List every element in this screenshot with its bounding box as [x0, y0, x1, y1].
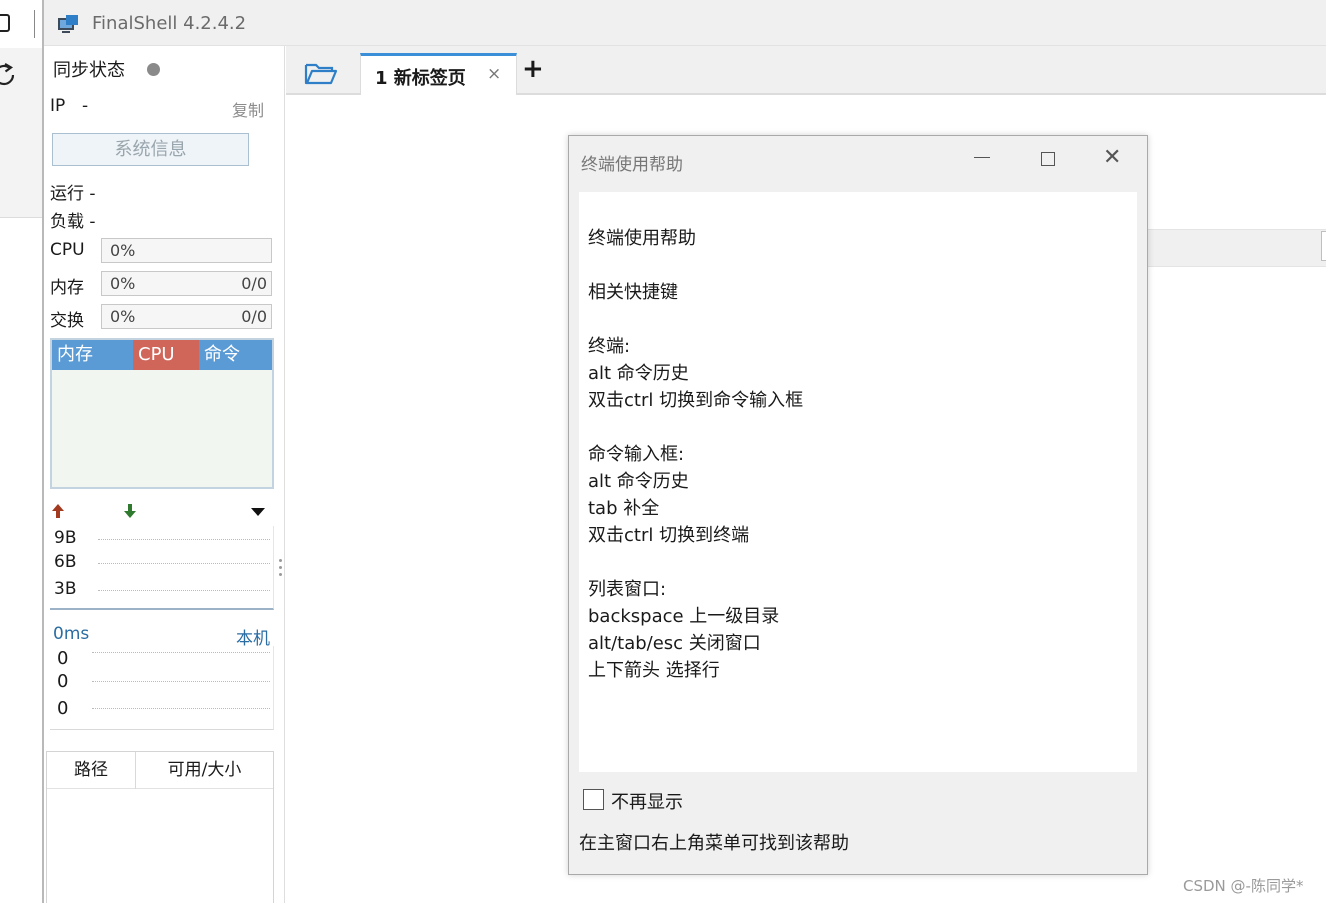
memory-ratio: 0/0 — [241, 274, 267, 293]
help-line: backspace 上一级目录 — [588, 606, 780, 627]
open-folder-icon[interactable] — [304, 60, 338, 86]
ip-label: IP — [50, 96, 66, 116]
dont-show-again-checkbox[interactable] — [583, 789, 604, 810]
graph-gridline — [98, 539, 270, 540]
help-text-area: 终端使用帮助 相关快捷键 终端: alt 命令历史 双击ctrl 切换到命令输入… — [579, 192, 1137, 772]
process-table[interactable]: 内存 CPU 命令 — [50, 338, 274, 489]
disk-table[interactable]: 路径 可用/大小 — [46, 751, 274, 903]
command-input-bar — [1140, 229, 1326, 267]
process-column-memory[interactable]: 内存 — [52, 340, 133, 370]
memory-label: 内存 — [50, 278, 84, 298]
help-line: 终端: — [588, 336, 631, 357]
swap-ratio: 0/0 — [241, 307, 267, 326]
memory-percent: 0% — [110, 274, 136, 293]
close-icon[interactable]: ✕ — [1103, 147, 1121, 169]
background-window-strip — [0, 0, 42, 903]
network-interface-dropdown-icon[interactable] — [250, 506, 266, 518]
network-traffic-graph: 9B 6B 3B — [50, 526, 274, 610]
cpu-percent: 0% — [110, 241, 136, 260]
copy-ip-link[interactable]: 复制 — [232, 97, 264, 121]
add-tab-icon[interactable]: + — [522, 56, 544, 82]
load-label: 负载 - — [50, 212, 96, 232]
swap-percent: 0% — [110, 307, 136, 326]
help-line: 双击ctrl 切换到终端 — [588, 525, 750, 546]
swap-label: 交换 — [50, 311, 84, 331]
command-input-field[interactable] — [1321, 231, 1326, 261]
panel-splitter-handle[interactable] — [279, 559, 283, 581]
process-column-command[interactable]: 命令 — [199, 340, 272, 370]
swap-meter: 0% 0/0 — [101, 304, 272, 329]
help-line: tab 补全 — [588, 498, 660, 519]
system-info-button[interactable]: 系统信息 — [52, 133, 249, 166]
toolbar-separator — [34, 10, 35, 38]
ip-value: - — [82, 96, 89, 116]
process-column-cpu[interactable]: CPU — [133, 340, 199, 370]
ping-y-label: 0 — [57, 671, 69, 692]
cpu-meter: 0% — [101, 238, 272, 263]
network-y-label: 3B — [54, 579, 77, 599]
graph-gridline — [92, 652, 270, 653]
disk-table-header: 路径 可用/大小 — [47, 752, 273, 789]
session-tab-bar: 1 新标签页 × + — [286, 46, 1326, 95]
close-tab-icon[interactable]: × — [487, 64, 501, 84]
watermark: CSDN @-陈同学* — [1183, 877, 1304, 895]
disk-column-size[interactable]: 可用/大小 — [136, 752, 273, 789]
help-line: 列表窗口: — [588, 579, 667, 600]
help-line: alt 命令历史 — [588, 363, 689, 384]
network-header — [50, 501, 276, 523]
finalshell-logo-icon — [58, 15, 78, 33]
ping-graph: 0 0 0 — [50, 646, 274, 730]
help-location-note: 在主窗口右上角菜单可找到该帮助 — [579, 833, 849, 854]
arrow-down-icon — [124, 504, 136, 518]
help-line: alt/tab/esc 关闭窗口 — [588, 633, 761, 654]
graph-gridline — [98, 590, 270, 591]
network-y-label: 6B — [54, 552, 77, 572]
help-line: 双击ctrl 切换到命令输入框 — [588, 390, 804, 411]
sync-status-label: 同步状态 — [53, 60, 125, 81]
dont-show-again-label[interactable]: 不再显示 — [611, 788, 683, 814]
network-y-label: 9B — [54, 528, 77, 548]
minimize-icon[interactable] — [974, 157, 990, 158]
help-line: 上下箭头 选择行 — [588, 660, 720, 681]
window-icon[interactable] — [0, 14, 10, 32]
graph-gridline — [92, 681, 270, 682]
dialog-title: 终端使用帮助 — [581, 155, 683, 175]
disk-column-path[interactable]: 路径 — [47, 752, 136, 789]
maximize-icon[interactable] — [1041, 152, 1055, 166]
ping-latency: 0ms — [53, 624, 90, 644]
title-bar: FinalShell 4.2.4.2 — [44, 0, 1326, 46]
help-line: 终端使用帮助 — [588, 228, 696, 249]
tab-label: 1 新标签页 — [375, 68, 466, 89]
help-line: 相关快捷键 — [588, 282, 678, 303]
graph-gridline — [98, 563, 270, 564]
refresh-icon[interactable] — [0, 62, 18, 88]
uptime-label: 运行 - — [50, 184, 96, 204]
ping-y-label: 0 — [57, 698, 69, 719]
tab-new-tab[interactable]: 1 新标签页 × — [360, 53, 517, 95]
help-line: alt 命令历史 — [588, 471, 689, 492]
arrow-up-icon — [52, 504, 64, 518]
graph-gridline — [92, 708, 270, 709]
memory-meter: 0% 0/0 — [101, 271, 272, 296]
process-table-header: 内存 CPU 命令 — [52, 340, 272, 370]
terminal-help-dialog: 终端使用帮助 ✕ 终端使用帮助 相关快捷键 终端: alt 命令历史 双击ctr… — [568, 135, 1148, 875]
ping-y-label: 0 — [57, 648, 69, 669]
help-line: 命令输入框: — [588, 444, 685, 465]
app-title: FinalShell 4.2.4.2 — [92, 13, 247, 34]
sync-status-indicator-icon — [147, 63, 160, 76]
server-info-sidebar: 同步状态 IP - 复制 系统信息 运行 - 负载 - CPU 0% 内存 0%… — [44, 46, 285, 903]
cpu-label: CPU — [50, 240, 85, 260]
